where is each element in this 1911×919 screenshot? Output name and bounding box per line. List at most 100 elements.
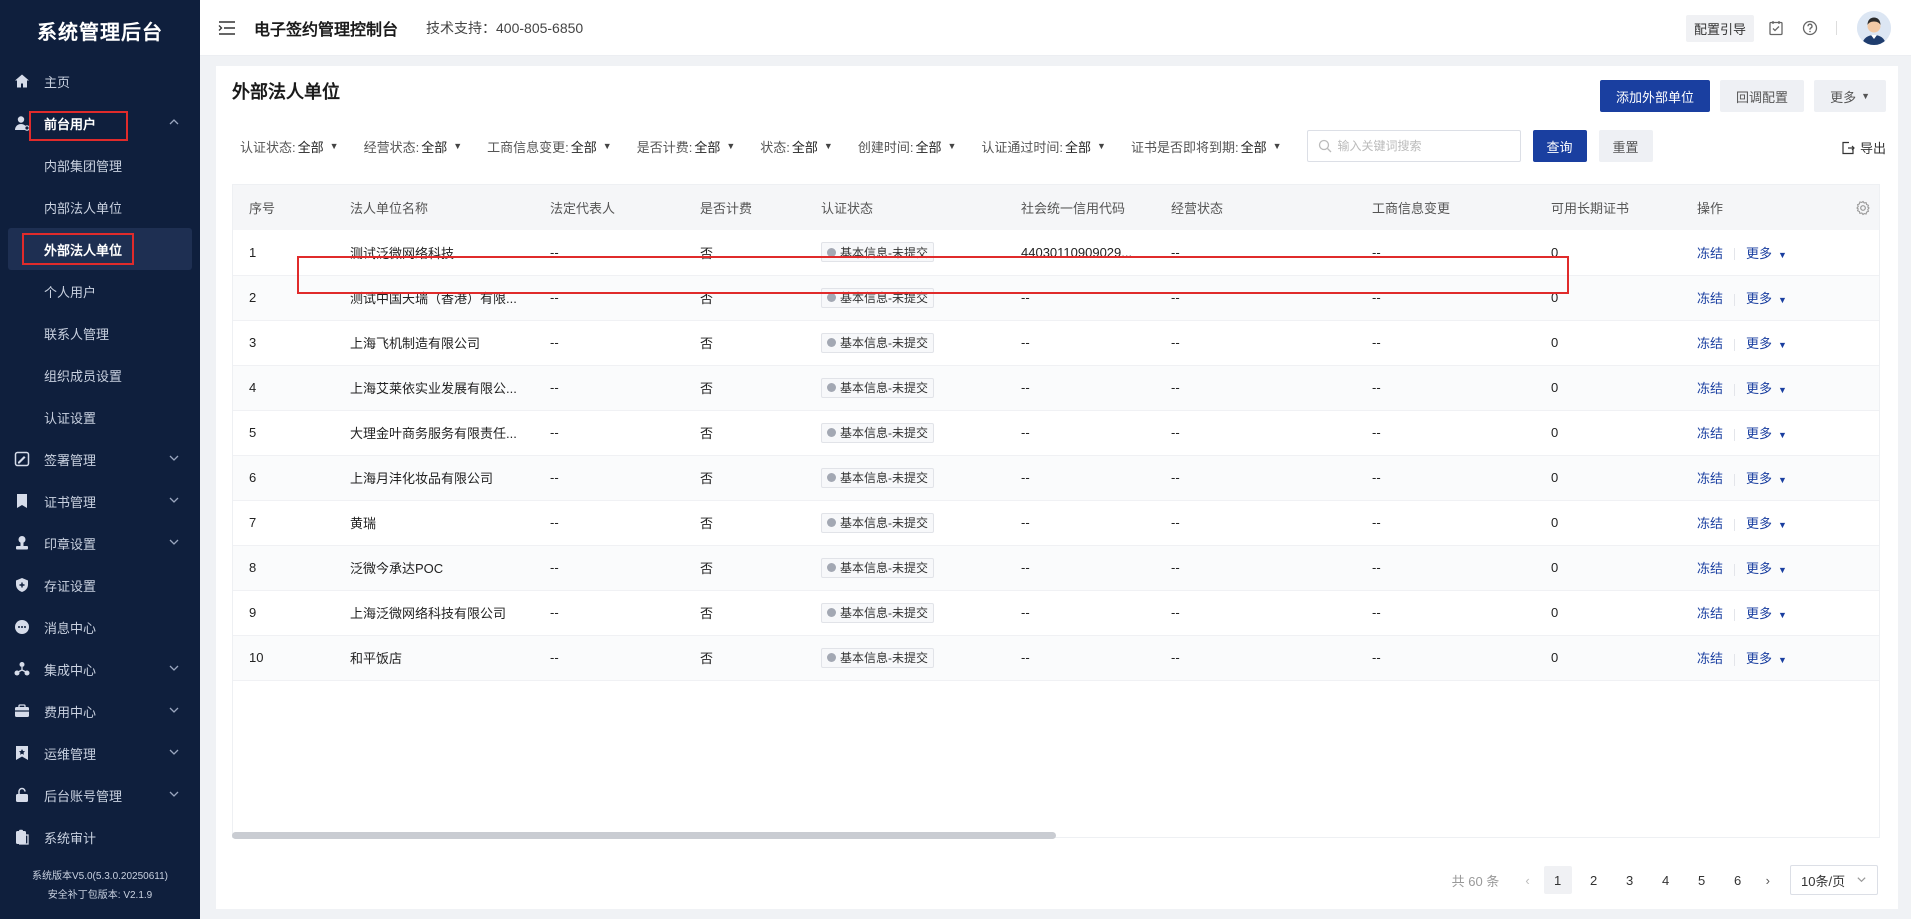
filter-business-status[interactable]: 经营状态: 全部 ▼: [364, 137, 463, 156]
row-more-dropdown[interactable]: 更多 ▼: [1746, 336, 1787, 351]
page-2[interactable]: 2: [1580, 866, 1608, 894]
sidebar-sub-org-members[interactable]: 组织成员设置: [0, 354, 200, 396]
data-table: 序号 法人单位名称 法定代表人 是否计费 认证状态 社会统一信用代码 经营状态 …: [232, 184, 1880, 838]
sidebar-sub-personal-users[interactable]: 个人用户: [0, 270, 200, 312]
horizontal-scrollbar[interactable]: [232, 832, 1056, 839]
sidebar-item-frontend-users[interactable]: 前台用户: [0, 102, 200, 144]
freeze-link[interactable]: 冻结: [1697, 426, 1723, 441]
prev-page-icon[interactable]: ‹: [1525, 873, 1529, 888]
status-text: 基本信息-未提交: [840, 471, 928, 485]
table-row: 2 测试中国天瑞（香港）有限... -- 否基本信息-未提交 -- -- -- 0 冻结 更多 ▼: [233, 275, 1879, 321]
cell-credit-code: --: [1005, 410, 1155, 456]
filter-created-time[interactable]: 创建时间: 全部 ▼: [858, 137, 957, 156]
sidebar-item-admin-accounts[interactable]: 后台账号管理: [0, 774, 200, 816]
sidebar-sub-internal-group[interactable]: 内部集团管理: [0, 144, 200, 186]
action-divider: [1734, 653, 1736, 666]
sidebar-item-integration[interactable]: 集成中心: [0, 648, 200, 690]
cell-unit-name: 测试泛微网络科技: [334, 230, 534, 276]
caret-down-icon: ▼: [1778, 655, 1787, 665]
filter-auth-status[interactable]: 认证状态: 全部 ▼: [240, 137, 339, 156]
row-more-dropdown[interactable]: 更多 ▼: [1746, 291, 1787, 306]
cell-credit-code: 44030110909029...: [1005, 230, 1155, 276]
freeze-link[interactable]: 冻结: [1697, 336, 1723, 351]
sidebar-item-home[interactable]: 主页: [0, 60, 200, 102]
page-1[interactable]: 1: [1543, 866, 1572, 894]
row-more-dropdown[interactable]: 更多 ▼: [1746, 471, 1787, 486]
filter-status[interactable]: 状态: 全部 ▼: [760, 137, 833, 156]
filter-cert-expiring[interactable]: 证书是否即将到期: 全部 ▼: [1131, 137, 1282, 156]
cell-actions: 冻结 更多 ▼: [1681, 275, 1879, 321]
sidebar-item-sign[interactable]: 签署管理: [0, 438, 200, 480]
search-input[interactable]: [1337, 139, 1508, 153]
freeze-link[interactable]: 冻结: [1697, 606, 1723, 621]
help-icon[interactable]: [1802, 20, 1818, 36]
sidebar-sub-external-legal[interactable]: 外部法人单位: [8, 228, 192, 270]
add-external-unit-button[interactable]: 添加外部单位: [1600, 80, 1711, 112]
callback-config-button[interactable]: 回调配置: [1720, 80, 1805, 112]
cell-long-cert: 0: [1535, 455, 1681, 501]
status-tag: 基本信息-未提交: [821, 377, 934, 398]
filter-billing[interactable]: 是否计费: 全部 ▼: [637, 137, 736, 156]
more-actions-button[interactable]: 更多 ▼: [1814, 80, 1886, 112]
col-header-long-cert: 可用长期证书: [1535, 185, 1681, 230]
page-5[interactable]: 5: [1688, 866, 1716, 894]
page-4[interactable]: 4: [1652, 866, 1680, 894]
filter-auth-pass-time[interactable]: 认证通过时间: 全部 ▼: [981, 137, 1106, 156]
cell-business-change: --: [1356, 500, 1535, 546]
query-button[interactable]: 查询: [1532, 130, 1587, 162]
sidebar-item-label: 后台账号管理: [44, 788, 123, 804]
row-more-dropdown[interactable]: 更多 ▼: [1746, 606, 1787, 621]
sidebar-sub-auth-settings[interactable]: 认证设置: [0, 396, 200, 438]
gear-icon[interactable]: [1855, 200, 1871, 216]
row-more-dropdown[interactable]: 更多 ▼: [1746, 426, 1787, 441]
row-more-dropdown[interactable]: 更多 ▼: [1746, 561, 1787, 576]
reset-button[interactable]: 重置: [1598, 130, 1653, 162]
sidebar-sub-internal-legal[interactable]: 内部法人单位: [0, 186, 200, 228]
row-more-dropdown[interactable]: 更多 ▼: [1746, 651, 1787, 666]
freeze-link[interactable]: 冻结: [1697, 471, 1723, 486]
freeze-link[interactable]: 冻结: [1697, 246, 1723, 261]
next-page-icon[interactable]: ›: [1766, 873, 1770, 888]
cell-legal-rep: --: [534, 635, 684, 681]
cell-credit-code: --: [1005, 590, 1155, 636]
menu-fold-icon[interactable]: [218, 20, 236, 36]
status-tag: 基本信息-未提交: [821, 242, 934, 263]
sidebar-item-messages[interactable]: 消息中心: [0, 606, 200, 648]
freeze-link[interactable]: 冻结: [1697, 516, 1723, 531]
col-header-legal-rep: 法定代表人: [534, 185, 684, 230]
page-size-select[interactable]: 10条/页: [1790, 865, 1878, 895]
config-guide-button[interactable]: 配置引导: [1685, 14, 1754, 42]
sidebar-item-ops[interactable]: 运维管理: [0, 732, 200, 774]
row-more-dropdown[interactable]: 更多 ▼: [1746, 381, 1787, 396]
search-icon: [1318, 139, 1332, 153]
filter-bar: 认证状态: 全部 ▼ 经营状态: 全部 ▼ 工商信息变更: 全部 ▼ 是否计费: 全部 ▼ 状态…: [240, 130, 1665, 162]
filter-business-change[interactable]: 工商信息变更: 全部 ▼: [487, 137, 612, 156]
page-3[interactable]: 3: [1616, 866, 1644, 894]
freeze-link[interactable]: 冻结: [1697, 651, 1723, 666]
sidebar-item-certificate[interactable]: 证书管理: [0, 480, 200, 522]
table-row: 7 黄瑞 -- 否基本信息-未提交 -- -- -- 0 冻结 更多 ▼: [233, 500, 1879, 546]
freeze-link[interactable]: 冻结: [1697, 381, 1723, 396]
home-icon: [14, 73, 30, 89]
row-more-dropdown[interactable]: 更多 ▼: [1746, 516, 1787, 531]
sidebar-sub-contacts[interactable]: 联系人管理: [0, 312, 200, 354]
sidebar-item-seal[interactable]: 印章设置: [0, 522, 200, 564]
user-avatar[interactable]: [1857, 11, 1891, 45]
freeze-link[interactable]: 冻结: [1697, 291, 1723, 306]
sidebar-item-label: 系统审计: [44, 830, 97, 846]
status-text: 基本信息-未提交: [840, 561, 928, 575]
chevron-up-icon: [168, 116, 180, 131]
freeze-link[interactable]: 冻结: [1697, 561, 1723, 576]
row-more-label: 更多: [1746, 516, 1773, 531]
row-more-dropdown[interactable]: 更多 ▼: [1746, 246, 1787, 261]
cell-long-cert: 0: [1535, 230, 1681, 276]
sidebar-item-audit[interactable]: 系统审计: [0, 816, 200, 858]
topbar-right: 配置引导: [1685, 0, 1891, 56]
caret-down-icon: ▼: [453, 141, 463, 151]
row-more-label: 更多: [1746, 651, 1773, 666]
export-button[interactable]: 导出: [1841, 138, 1886, 157]
page-6[interactable]: 6: [1724, 866, 1752, 894]
sidebar-item-billing[interactable]: 费用中心: [0, 690, 200, 732]
task-check-icon[interactable]: [1768, 20, 1784, 36]
sidebar-item-evidence[interactable]: 存证设置: [0, 564, 200, 606]
